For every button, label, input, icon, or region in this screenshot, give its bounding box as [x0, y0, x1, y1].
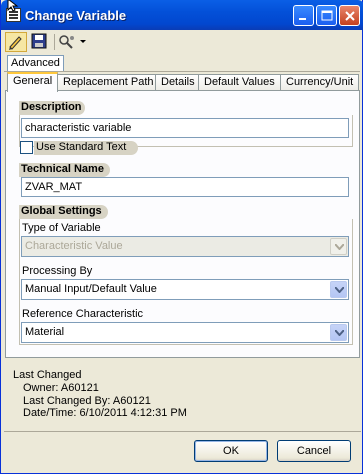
window-title: Change Variable	[25, 8, 127, 23]
cancel-button[interactable]: Cancel	[277, 440, 351, 462]
date-time-text: Date/Time: 6/10/2011 4:12:31 PM	[23, 407, 187, 419]
use-standard-text-checkbox[interactable]	[20, 141, 33, 154]
dropdown-arrow[interactable]	[330, 281, 347, 298]
chevron-down-icon	[335, 287, 344, 293]
general-tab-panel: Description characteristic variable Use …	[5, 90, 360, 358]
description-input[interactable]: characteristic variable	[21, 118, 349, 138]
type-of-variable-value: Characteristic Value	[25, 240, 123, 252]
minimize-button[interactable]	[293, 5, 314, 26]
last-changed-heading: Last Changed	[13, 369, 82, 381]
type-of-variable-label: Type of Variable	[22, 222, 101, 234]
floppy-disk-icon	[31, 33, 47, 49]
processing-by-value: Manual Input/Default Value	[25, 283, 157, 295]
edit-pencil-icon	[9, 36, 22, 50]
divider	[4, 431, 361, 432]
tab-strip: General Replacement Path Details Default…	[5, 72, 361, 92]
chevron-down-icon	[335, 330, 344, 336]
global-settings-heading: Global Settings	[19, 205, 108, 219]
chevron-down-icon	[335, 244, 344, 250]
mouse-cursor-icon	[7, 0, 19, 12]
maximize-button[interactable]	[316, 5, 337, 26]
ok-button[interactable]: OK	[194, 440, 268, 462]
maximize-icon	[321, 10, 333, 21]
edit-button[interactable]	[5, 32, 27, 52]
save-button[interactable]	[29, 32, 51, 52]
toolbar	[5, 31, 361, 53]
tab-replacement-path[interactable]: Replacement Path	[57, 74, 160, 91]
toolbar-separator	[54, 34, 55, 50]
tools-dropdown-icon	[59, 35, 86, 49]
type-of-variable-select: Characteristic Value	[21, 236, 349, 257]
technical-name-heading: Technical Name	[19, 163, 110, 177]
owner-text: Owner: A60121	[23, 382, 99, 394]
close-button[interactable]	[339, 5, 360, 26]
minimize-icon	[299, 18, 306, 20]
dropdown-arrow[interactable]	[330, 324, 347, 341]
processing-by-select[interactable]: Manual Input/Default Value	[21, 279, 349, 300]
processing-by-label: Processing By	[22, 265, 93, 277]
title-bar[interactable]: Change Variable	[1, 0, 363, 30]
tab-default-values[interactable]: Default Values	[198, 74, 281, 91]
tab-general[interactable]: General	[7, 72, 59, 92]
reference-characteristic-value: Material	[25, 326, 65, 338]
tab-details[interactable]: Details	[155, 74, 201, 91]
close-icon	[345, 11, 355, 21]
reference-characteristic-select[interactable]: Material	[21, 322, 349, 343]
change-variable-dialog: Change Variable Advanced General Replace…	[0, 0, 363, 474]
description-heading: Description	[19, 101, 85, 115]
tab-currency-unit[interactable]: Currency/Unit	[280, 74, 360, 91]
last-changed-by-text: Last Changed By: A60121	[23, 395, 151, 407]
tab-advanced[interactable]: Advanced	[7, 55, 64, 71]
tools-dropdown-button[interactable]	[57, 32, 87, 52]
dropdown-arrow	[330, 238, 347, 255]
technical-name-input[interactable]: ZVAR_MAT	[21, 177, 349, 197]
use-standard-text-label: Use Standard Text	[34, 141, 138, 155]
reference-characteristic-label: Reference Characteristic	[22, 308, 144, 320]
